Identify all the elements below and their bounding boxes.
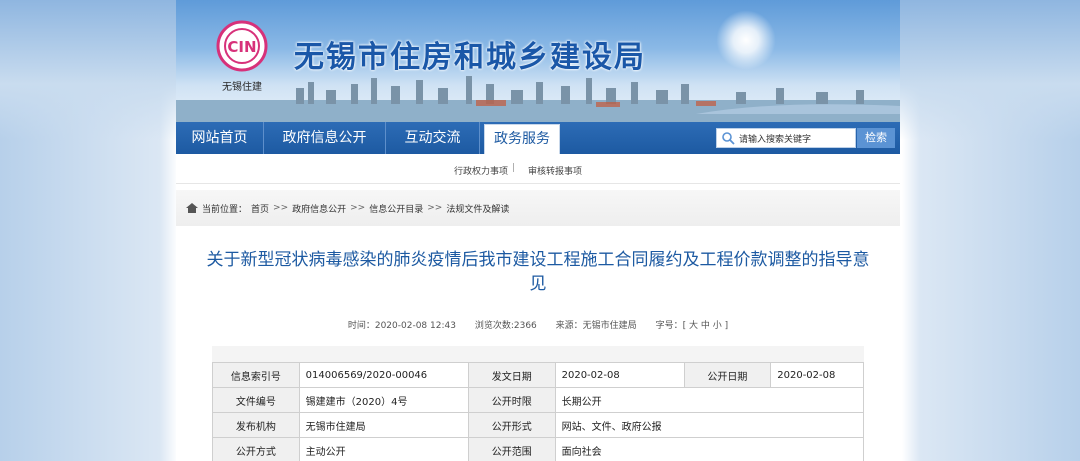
- home-icon: [186, 203, 198, 213]
- meta-source: 来源：无锡市住建局: [555, 321, 637, 331]
- table-label: 公开形式: [467, 412, 556, 438]
- sub-nav: 行政权力事项 | 审核转报事项: [176, 154, 900, 184]
- cin-logo: CIN 无锡住建: [216, 20, 268, 93]
- table-value: 长期公开: [554, 387, 865, 413]
- breadcrumb-separator: >>: [273, 203, 289, 213]
- table-value: 2020-02-08: [554, 362, 685, 388]
- nav-gov-service[interactable]: 政务服务: [484, 124, 560, 154]
- meta-time: 时间：2020-02-08 12:43: [347, 321, 456, 331]
- breadcrumb-home[interactable]: 首页: [251, 202, 269, 215]
- breadcrumb: 当前位置： 首页 >> 政府信息公开 >> 信息公开目录 >> 法规文件及解读: [176, 190, 900, 226]
- search-placeholder: 请输入搜索关键字: [739, 134, 812, 145]
- table-value: 2020-02-08: [770, 362, 864, 388]
- table-row: 信息索引号 014006569/2020-00046 发文日期 2020-02-…: [212, 362, 864, 388]
- logo-text: CIN: [227, 38, 256, 56]
- breadcrumb-separator: >>: [350, 203, 366, 213]
- search-input[interactable]: 请输入搜索关键字: [716, 128, 856, 148]
- site-banner: CIN 无锡住建 无锡市住房和城乡建设局: [176, 0, 900, 122]
- table-label: 公开日期: [683, 362, 772, 388]
- table-value: 网站、文件、政府公报: [554, 412, 865, 438]
- table-value: 主动公开: [298, 437, 469, 461]
- table-label: 公开方式: [212, 437, 300, 461]
- nav-gov-info[interactable]: 政府信息公开: [264, 122, 386, 154]
- subnav-review-report[interactable]: 审核转报事项: [528, 164, 582, 177]
- page-container: CIN 无锡住建 无锡市住房和城乡建设局 网站首页 政府信息公开 互动交流 政务…: [176, 0, 900, 461]
- table-label: 文件编号: [212, 387, 300, 413]
- breadcrumb-gov-info[interactable]: 政府信息公开: [292, 202, 346, 215]
- table-label: 发文日期: [467, 362, 556, 388]
- search-button[interactable]: 检索: [857, 128, 895, 148]
- breadcrumb-info-catalog[interactable]: 信息公开目录: [369, 202, 423, 215]
- search-icon: [722, 132, 735, 145]
- table-row: 发布机构 无锡市住建局 公开形式 网站、文件、政府公报: [212, 412, 865, 438]
- nav-interaction[interactable]: 互动交流: [386, 122, 480, 154]
- breadcrumb-prefix: 当前位置：: [202, 204, 248, 215]
- breadcrumb-separator: >>: [427, 203, 443, 213]
- meta-fontsize: 字号：[ 大 中 小 ]: [655, 321, 729, 331]
- subnav-separator: |: [512, 163, 516, 173]
- table-value: 锡建建市（2020）4号: [298, 387, 469, 413]
- table-value: 无锡市住建局: [298, 412, 469, 438]
- info-table: 信息索引号 014006569/2020-00046 发文日期 2020-02-…: [212, 362, 865, 461]
- nav-home[interactable]: 网站首页: [176, 122, 264, 154]
- table-row: 公开方式 主动公开 公开范围 面向社会: [212, 437, 865, 461]
- sun-glow: [716, 10, 776, 70]
- meta-views: 浏览次数:2366: [474, 321, 537, 331]
- article-title: 关于新型冠状病毒感染的肺炎疫情后我市建设工程施工合同履约及工程价款调整的指导意见: [206, 250, 870, 294]
- city-skyline-image: [176, 76, 900, 122]
- table-label: 公开范围: [467, 437, 556, 461]
- main-nav: 网站首页 政府信息公开 互动交流 政务服务 请输入搜索关键字 检索: [176, 122, 900, 154]
- subnav-admin-power[interactable]: 行政权力事项: [454, 164, 508, 177]
- font-small-link[interactable]: 小: [713, 321, 722, 331]
- table-label: 发布机构: [212, 412, 300, 438]
- font-medium-link[interactable]: 中: [701, 321, 710, 331]
- logo-subtext: 无锡住建: [222, 80, 262, 93]
- table-row: 文件编号 锡建建市（2020）4号 公开时限 长期公开: [212, 387, 865, 413]
- table-value: 014006569/2020-00046: [298, 362, 469, 388]
- site-title: 无锡市住房和城乡建设局: [294, 40, 646, 75]
- table-value: 面向社会: [554, 437, 865, 461]
- table-label: 信息索引号: [212, 362, 300, 388]
- table-label: 公开时限: [467, 387, 556, 413]
- info-table-panel: 信息索引号 014006569/2020-00046 发文日期 2020-02-…: [212, 346, 865, 461]
- font-large-link[interactable]: 大: [689, 321, 698, 331]
- breadcrumb-regulations[interactable]: 法规文件及解读: [446, 202, 509, 215]
- article-meta: 时间：2020-02-08 12:43 浏览次数:2366 来源：无锡市住建局 …: [176, 318, 900, 331]
